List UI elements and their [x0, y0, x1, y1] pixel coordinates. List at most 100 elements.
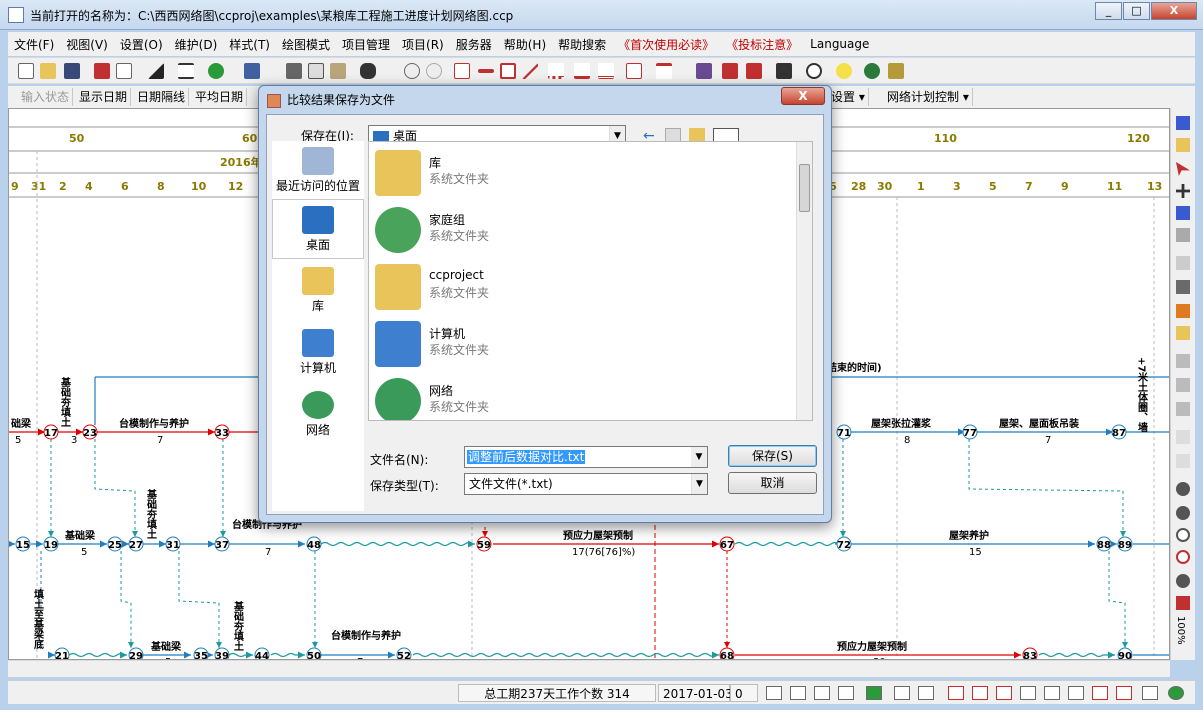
menu-language[interactable]: Language [804, 37, 875, 51]
eraser-icon[interactable] [1176, 228, 1190, 242]
menu-server[interactable]: 服务器 [450, 36, 498, 53]
arrow-left-icon[interactable] [1116, 686, 1132, 700]
note-icon[interactable] [1176, 138, 1190, 152]
cancel-button[interactable]: 取消 [728, 472, 817, 494]
text-icon[interactable] [1176, 326, 1190, 340]
print-icon[interactable] [866, 686, 882, 700]
input-state-button[interactable]: 输入状态 [18, 88, 74, 106]
menu-settings[interactable]: 设置(O) [114, 36, 169, 53]
new-folder-icon[interactable] [689, 128, 705, 142]
print-preview-icon[interactable] [116, 63, 132, 79]
list-item[interactable]: 库 系统文件夹 [373, 146, 793, 202]
box-icon[interactable] [500, 63, 516, 79]
paste-icon[interactable] [330, 63, 346, 79]
select-icon[interactable] [1176, 116, 1190, 130]
export-icon[interactable] [94, 63, 110, 79]
redo-icon[interactable] [426, 63, 442, 79]
grid-icon[interactable] [1176, 430, 1190, 444]
date-gridline-button[interactable]: 日期隔线 [134, 88, 190, 106]
four-icon[interactable] [996, 686, 1012, 700]
list-item[interactable]: 网络 系统文件夹 [373, 374, 793, 420]
menu-style[interactable]: 样式(T) [223, 36, 276, 53]
fit-icon[interactable] [1176, 596, 1190, 610]
dialog-close-button[interactable]: X [781, 87, 825, 105]
place-recent[interactable]: 最近访问的位置 [272, 141, 364, 201]
network-control-dropdown[interactable]: 网络计划控制 ▾ [884, 88, 973, 106]
shrink-icon[interactable] [1068, 686, 1084, 700]
layer-up-icon[interactable] [1176, 354, 1190, 368]
ruler-icon[interactable] [1176, 206, 1190, 220]
refresh-view-icon[interactable] [1176, 528, 1190, 542]
network-view-icon[interactable] [454, 63, 470, 79]
save-button[interactable]: 保存(S) [728, 445, 817, 467]
arrow-right-icon[interactable] [1092, 686, 1108, 700]
dotted-line-icon[interactable] [548, 63, 564, 79]
list-item[interactable]: ccproject 系统文件夹 [373, 260, 793, 316]
crosshair-icon[interactable] [1176, 550, 1190, 564]
bracket-icon[interactable] [1020, 686, 1036, 700]
maximize-button[interactable]: □ [1123, 2, 1150, 20]
set-icon[interactable] [1176, 280, 1190, 294]
menu-view[interactable]: 视图(V) [60, 36, 114, 53]
find-icon[interactable] [360, 63, 376, 79]
pointer-icon[interactable] [1176, 162, 1190, 176]
minimize-button[interactable]: _ [1095, 2, 1122, 20]
filename-field[interactable]: 调整前后数据对比.txt ▼ [464, 446, 708, 468]
place-desktop[interactable]: 桌面 [272, 199, 364, 259]
open-folder-icon[interactable] [40, 63, 56, 79]
menu-project[interactable]: 项目(R) [396, 36, 450, 53]
menu-file[interactable]: 文件(F) [8, 36, 60, 53]
list-item[interactable]: 家庭组 系统文件夹 [373, 203, 793, 259]
menu-help[interactable]: 帮助(H) [498, 36, 552, 53]
up-folder-icon[interactable] [665, 128, 681, 142]
edit-icon[interactable] [746, 63, 762, 79]
document-icon[interactable] [776, 63, 792, 79]
align-icon[interactable] [656, 63, 672, 79]
menu-first-use[interactable]: 《首次使用必读》 [612, 36, 720, 53]
tag-icon[interactable] [1176, 402, 1190, 416]
move-icon[interactable] [1176, 184, 1190, 198]
menu-draw-mode[interactable]: 绘图模式 [276, 36, 336, 53]
fill-icon[interactable] [148, 63, 164, 79]
refresh-icon[interactable] [208, 63, 224, 79]
layout-icon[interactable] [838, 686, 854, 700]
settings-dropdown[interactable]: 设置 ▾ [828, 88, 869, 106]
save-icon[interactable] [64, 63, 80, 79]
show-date-button[interactable]: 显示日期 [76, 88, 132, 106]
scroll-thumb[interactable] [799, 164, 810, 212]
list-icon[interactable] [790, 686, 806, 700]
frame-icon[interactable] [1176, 454, 1190, 468]
menu-project-manage[interactable]: 项目管理 [336, 36, 396, 53]
lightbulb-icon[interactable] [836, 63, 852, 79]
horizontal-scrollbar[interactable] [8, 660, 1170, 677]
copy-icon[interactable] [308, 63, 324, 79]
cut-icon[interactable] [286, 63, 302, 79]
tools-icon[interactable] [722, 63, 738, 79]
critical-line-icon[interactable] [478, 69, 494, 73]
view-menu-icon[interactable] [713, 128, 739, 142]
close-button[interactable]: X [1151, 2, 1197, 20]
menu-help-search[interactable]: 帮助搜索 [552, 36, 612, 53]
grid-view-icon[interactable] [814, 686, 830, 700]
globe-icon[interactable] [864, 63, 880, 79]
check-icon[interactable] [244, 63, 260, 79]
layer-down-icon[interactable] [1176, 378, 1190, 392]
page-icon[interactable] [894, 686, 910, 700]
view-icon[interactable] [766, 686, 782, 700]
place-computer[interactable]: 计算机 [272, 323, 364, 383]
table-icon[interactable] [1176, 304, 1190, 318]
expand-icon[interactable] [1044, 686, 1060, 700]
zoom-out-icon[interactable] [1176, 574, 1190, 588]
double-line-icon[interactable] [598, 63, 614, 79]
filetype-dropdown[interactable]: 文件文件(*.txt) ▼ [464, 473, 708, 495]
two-icon[interactable] [948, 686, 964, 700]
target-icon[interactable] [806, 63, 822, 79]
place-library[interactable]: 库 [272, 261, 364, 321]
zoom-in-icon[interactable] [1176, 506, 1190, 520]
brush-icon[interactable] [1176, 256, 1190, 270]
lines-icon[interactable] [178, 63, 194, 79]
zoom-icon[interactable] [1176, 482, 1190, 496]
chart-icon[interactable] [626, 63, 642, 79]
page-width-icon[interactable] [918, 686, 934, 700]
three-icon[interactable] [972, 686, 988, 700]
